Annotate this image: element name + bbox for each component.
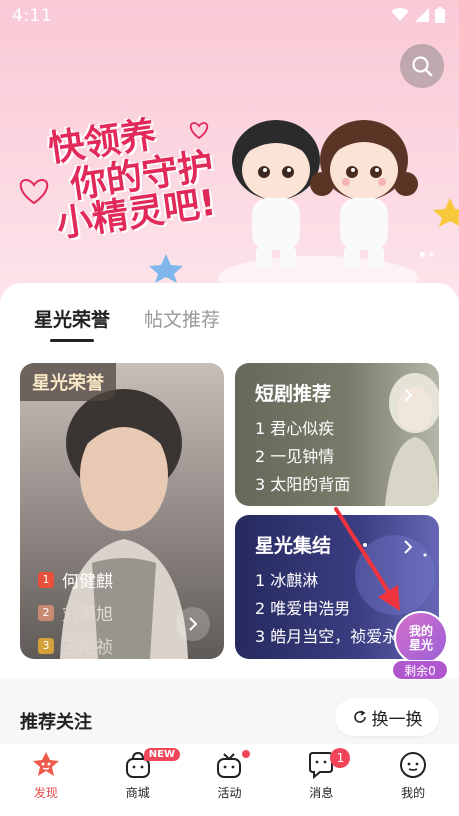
- nav-messages[interactable]: 1 消息: [275, 744, 367, 816]
- rank-number: 2: [38, 604, 54, 621]
- chevron-right-icon[interactable]: [403, 387, 413, 403]
- gift-icon: [217, 753, 242, 778]
- status-time: 4:11: [12, 6, 53, 26]
- chevron-right-icon: [189, 617, 198, 631]
- drama-item[interactable]: 1 君心似疾: [255, 415, 350, 443]
- search-button[interactable]: [400, 44, 444, 88]
- notification-dot: [241, 750, 250, 758]
- search-icon: [412, 56, 433, 77]
- drama-item[interactable]: 3 太阳的背面: [255, 471, 350, 499]
- carousel-dot: [420, 252, 425, 257]
- battery-icon: [435, 7, 445, 23]
- rank-name: 刘萧旭: [62, 605, 113, 625]
- status-icons: [391, 7, 445, 23]
- star-gather-item[interactable]: 3 皓月当空，祯爱永: [255, 623, 398, 651]
- nav-label: 消息: [309, 786, 334, 800]
- star-decoration-icon: [433, 198, 459, 227]
- tab-post-recommend[interactable]: 帖文推荐: [144, 305, 220, 332]
- new-badge: NEW: [143, 748, 181, 761]
- nav-label: 发现: [33, 786, 58, 800]
- discover-icon: [32, 752, 59, 776]
- nav-discover[interactable]: 发现: [0, 744, 92, 816]
- recommend-title: 推荐关注: [20, 712, 92, 733]
- remain-badge: 剩余0: [392, 660, 448, 680]
- nav-label: 活动: [217, 786, 242, 800]
- nav-activity[interactable]: 活动: [184, 744, 276, 816]
- drama-item[interactable]: 2 一见钟情: [255, 443, 350, 471]
- message-count-badge: 1: [330, 748, 351, 768]
- drama-list: 1 君心似疾 2 一见钟情 3 太阳的背面: [255, 415, 350, 499]
- drama-card-title: 短剧推荐: [255, 383, 332, 405]
- drama-recommend-card[interactable]: 短剧推荐 1 君心似疾 2 一见钟情 3 太阳的背面: [235, 363, 439, 506]
- rank-row[interactable]: 1 何健麒: [38, 567, 113, 592]
- plush-dolls-illustration: [218, 120, 418, 290]
- star-honor-more-button[interactable]: [176, 607, 210, 641]
- star-decoration-icon: [149, 254, 183, 283]
- refresh-icon: [353, 710, 366, 723]
- content-tabs: 星光荣誉 帖文推荐: [34, 305, 220, 342]
- refresh-label: 换一换: [371, 709, 423, 730]
- my-star-floating-button[interactable]: 我的 星光: [394, 611, 448, 665]
- rank-number: 1: [38, 571, 54, 588]
- star-honor-tag: 星光荣誉: [20, 363, 116, 401]
- red-arrow-annotation: [334, 507, 400, 611]
- my-star-label: 我的: [408, 624, 433, 638]
- rank-name: 王皓祯: [62, 638, 113, 658]
- heart-doodle-icon: [19, 178, 49, 205]
- recommend-follow-section: 推荐关注 换一换: [0, 678, 459, 744]
- rank-row[interactable]: 3 王皓祯: [38, 633, 113, 658]
- rank-list: 1 何健麒 2 刘萧旭 3 王皓祯: [38, 567, 113, 659]
- rank-number: 3: [38, 637, 54, 654]
- tab-star-honor[interactable]: 星光荣誉: [34, 305, 110, 342]
- bottom-navigation: 发现 NEW 商城 活动 1 消息 我的: [0, 744, 459, 816]
- star-honor-card[interactable]: 星光荣誉 1 何健麒 2 刘萧旭 3 王皓祯: [20, 363, 224, 659]
- nav-profile[interactable]: 我的: [367, 744, 459, 816]
- banner-slogan: 快领养 你的守护 小精灵吧!: [46, 114, 238, 245]
- my-star-label: 星光: [408, 638, 433, 652]
- status-bar: 4:11: [0, 0, 459, 32]
- main-panel: 星光荣誉 帖文推荐 星光荣誉 1 何健麒 2 刘萧旭 3 王皓祯 短剧推荐 1 …: [0, 283, 459, 743]
- top-banner[interactable]: 4:11 快领养 你的守护 小精灵吧!: [0, 0, 459, 300]
- rank-name: 何健麒: [62, 572, 113, 592]
- drama-poster: [385, 373, 439, 506]
- nav-mall[interactable]: NEW 商城: [92, 744, 184, 816]
- carousel-dot: [429, 252, 434, 257]
- nav-label: 商城: [125, 786, 150, 800]
- wifi-icon: [391, 8, 409, 21]
- signal-icon: [415, 8, 429, 22]
- refresh-button[interactable]: 换一换: [335, 698, 439, 736]
- carousel-indicator: [420, 252, 434, 257]
- nav-label: 我的: [401, 786, 426, 800]
- profile-icon: [400, 752, 427, 778]
- rank-row[interactable]: 2 刘萧旭: [38, 600, 113, 625]
- star-gather-title: 星光集结: [255, 535, 332, 557]
